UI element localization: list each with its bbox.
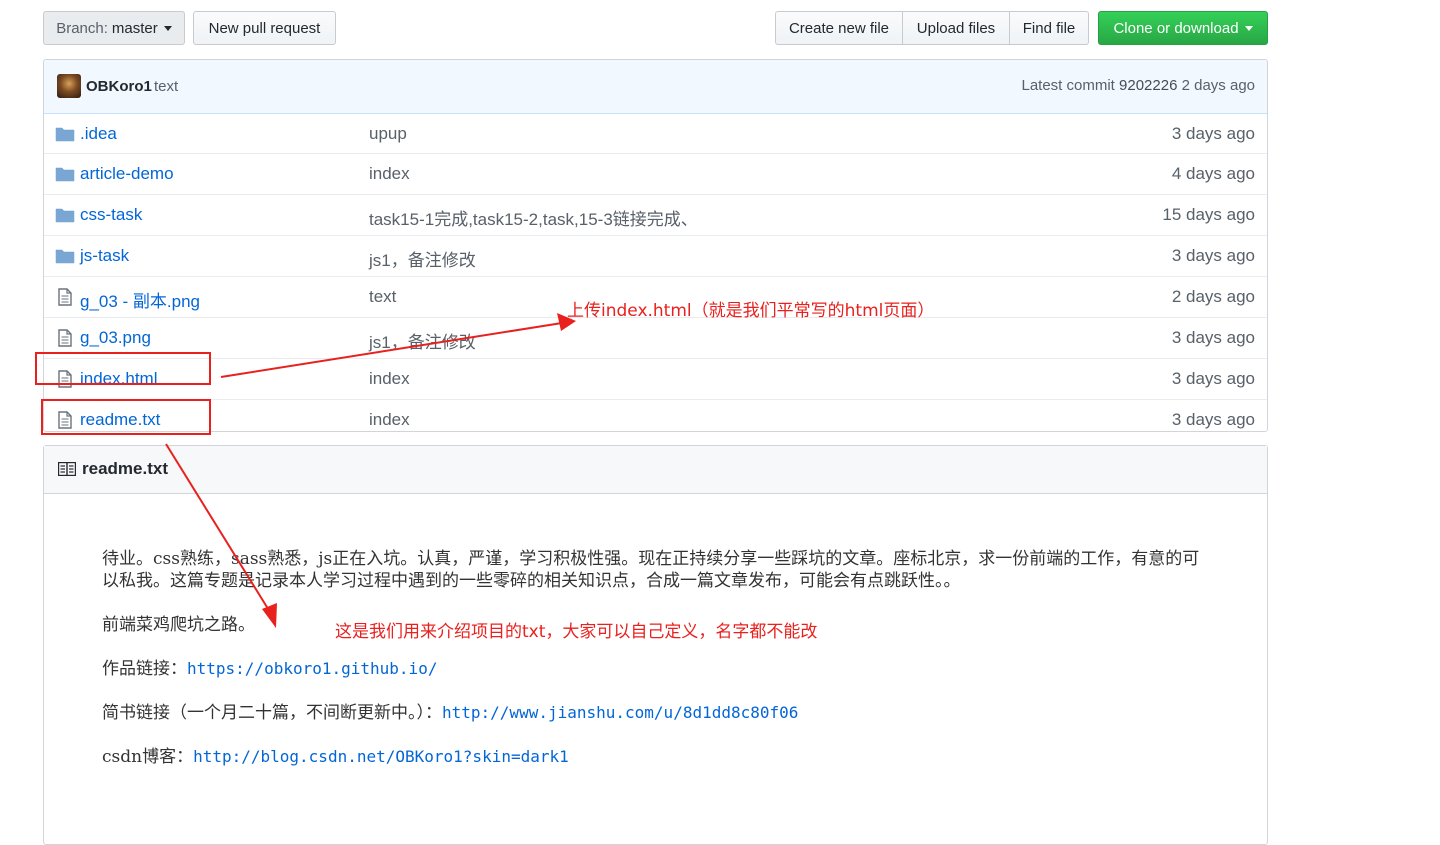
jianshu-label: 简书链接（一个月二十篇，不间断更新中。）： <box>102 703 442 723</box>
file-row: readme.txt index 3 days ago <box>44 399 1267 431</box>
works-label: 作品链接： <box>102 659 187 679</box>
annotation-readme-note: 这是我们用来介绍项目的txt，大家可以自己定义，名字都不能改 <box>335 622 818 642</box>
readme-header: readme.txt <box>44 446 1267 494</box>
file-age: 3 days ago <box>1171 246 1255 265</box>
upload-files-button[interactable]: Upload files <box>903 11 1010 45</box>
file-row: js-task js1，备注修改 3 days ago <box>44 235 1267 276</box>
folder-icon <box>55 165 75 183</box>
folder-icon <box>55 206 75 224</box>
commit-sha[interactable]: 9202226 <box>1119 77 1177 94</box>
create-new-file-button[interactable]: Create new file <box>775 11 903 45</box>
file-age: 2 days ago <box>1171 287 1255 306</box>
file-age: 15 days ago <box>1162 205 1255 224</box>
file-age: 3 days ago <box>1171 328 1255 347</box>
branch-select-button[interactable]: Branch: master <box>43 11 185 45</box>
file-list: OBKoro1 text Latest commit 9202226 2 day… <box>43 59 1268 432</box>
file-age: 3 days ago <box>1171 410 1255 429</box>
file-commit-message[interactable]: index <box>369 369 410 389</box>
latest-commit-bar: OBKoro1 text Latest commit 9202226 2 day… <box>44 60 1267 114</box>
commit-author[interactable]: OBKoro1 <box>86 78 152 95</box>
file-commit-message[interactable]: text <box>369 287 396 307</box>
file-row: g_03.png js1，备注修改 3 days ago <box>44 317 1267 358</box>
file-commit-message[interactable]: upup <box>369 124 407 144</box>
branch-name: master <box>111 19 158 37</box>
readme-panel: readme.txt 待业。css熟练，sass熟悉，js正在入坑。认真，严谨，… <box>43 445 1268 845</box>
readme-title[interactable]: readme.txt <box>82 459 168 479</box>
jianshu-link[interactable]: http://www.jianshu.com/u/8d1dd8c80f06 <box>442 703 798 722</box>
works-link[interactable]: https://obkoro1.github.io/ <box>187 659 437 678</box>
file-age: 3 days ago <box>1171 369 1255 388</box>
file-name-link[interactable]: css-task <box>80 205 142 225</box>
new-pull-request-button[interactable]: New pull request <box>193 11 336 45</box>
file-name-link[interactable]: .idea <box>80 124 117 144</box>
readme-jianshu-line: 简书链接（一个月二十篇，不间断更新中。）：http://www.jianshu.… <box>102 702 1212 724</box>
file-row: .idea upup 3 days ago <box>44 114 1267 153</box>
file-name-link[interactable]: article-demo <box>80 164 174 184</box>
branch-prefix: Branch: <box>56 19 108 37</box>
file-name-link[interactable]: js-task <box>80 246 129 266</box>
caret-down-icon <box>1244 25 1253 31</box>
file-row: index.html index 3 days ago <box>44 358 1267 399</box>
latest-commit-label: Latest commit <box>1021 77 1115 94</box>
file-name-link[interactable]: g_03.png <box>80 328 151 348</box>
csdn-link[interactable]: http://blog.csdn.net/OBKoro1?skin=dark1 <box>193 747 569 766</box>
file-commit-message[interactable]: index <box>369 164 410 184</box>
caret-down-icon <box>163 25 172 31</box>
file-commit-message[interactable]: js1，备注修改 <box>369 328 476 353</box>
highlight-box-index-html <box>35 352 211 385</box>
highlight-box-readme-txt <box>41 399 211 435</box>
clone-label: Clone or download <box>1113 19 1239 37</box>
file-row: css-task task15-1完成,task15-2,task,15-3链接完… <box>44 194 1267 235</box>
file-age: 4 days ago <box>1171 164 1255 183</box>
file-row: article-demo index 4 days ago <box>44 153 1267 194</box>
file-commit-message[interactable]: js1，备注修改 <box>369 246 476 271</box>
latest-commit-info: Latest commit 9202226 2 days ago <box>1021 77 1255 94</box>
clone-or-download-button[interactable]: Clone or download <box>1098 11 1268 45</box>
readme-works-line: 作品链接：https://obkoro1.github.io/ <box>102 658 1212 680</box>
avatar[interactable] <box>57 74 81 98</box>
file-commit-message[interactable]: index <box>369 410 410 430</box>
find-file-button[interactable]: Find file <box>1010 11 1089 45</box>
commit-age: 2 days ago <box>1181 77 1255 94</box>
readme-content: 待业。css熟练，sass熟悉，js正在入坑。认真，严谨，学习积极性强。现在正持… <box>102 548 1212 790</box>
file-name-link[interactable]: g_03 - 副本.png <box>80 287 200 312</box>
book-icon <box>58 462 76 476</box>
folder-icon <box>55 125 75 143</box>
readme-csdn-line: csdn博客：http://blog.csdn.net/OBKoro1?skin… <box>102 746 1212 768</box>
commit-message[interactable]: text <box>154 78 178 95</box>
csdn-label: csdn博客： <box>102 747 194 767</box>
annotation-upload-note: 上传index.html（就是我们平常写的html页面） <box>567 301 935 321</box>
file-age: 3 days ago <box>1171 124 1255 143</box>
file-icon <box>55 329 75 347</box>
folder-icon <box>55 247 75 265</box>
file-commit-message[interactable]: task15-1完成,task15-2,task,15-3链接完成、 <box>369 205 698 230</box>
readme-intro: 待业。css熟练，sass熟悉，js正在入坑。认真，严谨，学习积极性强。现在正持… <box>102 549 1200 591</box>
file-icon <box>55 288 75 306</box>
